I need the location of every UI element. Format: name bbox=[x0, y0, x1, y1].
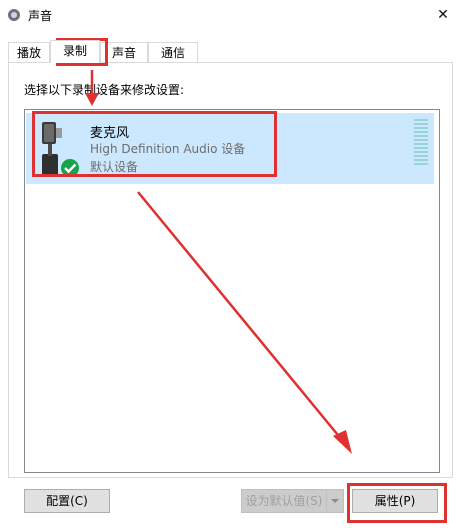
close-icon: ✕ bbox=[437, 7, 449, 23]
tab-recording[interactable]: 录制 bbox=[50, 40, 100, 63]
device-name: 麦克风 bbox=[90, 126, 130, 141]
configure-button[interactable]: 配置(C) bbox=[24, 489, 110, 513]
device-status: 默认设备 bbox=[90, 160, 139, 174]
device-description: High Definition Audio 设备 bbox=[90, 142, 246, 156]
speaker-icon bbox=[8, 9, 20, 21]
tab-communications[interactable]: 通信 bbox=[148, 42, 198, 62]
window-title: 声音 bbox=[28, 9, 53, 23]
level-meter bbox=[414, 119, 428, 165]
default-check-icon bbox=[61, 159, 79, 177]
tab-playback[interactable]: 播放 bbox=[8, 42, 50, 62]
instruction-label: 选择以下录制设备来修改设置: bbox=[24, 83, 185, 97]
set-default-button[interactable]: 设为默认值(S) bbox=[241, 489, 327, 513]
close-button[interactable]: ✕ bbox=[431, 4, 455, 26]
title-bar: 声音 ✕ bbox=[0, 0, 461, 30]
microphone-icon bbox=[42, 122, 79, 177]
device-list[interactable]: 麦克风 High Definition Audio 设备 默认设备 bbox=[24, 109, 440, 473]
device-row-microphone[interactable]: 麦克风 High Definition Audio 设备 默认设备 bbox=[26, 113, 434, 184]
chevron-down-icon bbox=[331, 499, 339, 503]
set-default-dropdown[interactable] bbox=[326, 489, 344, 513]
tab-sounds[interactable]: 声音 bbox=[100, 42, 148, 62]
properties-button[interactable]: 属性(P) bbox=[352, 489, 438, 513]
